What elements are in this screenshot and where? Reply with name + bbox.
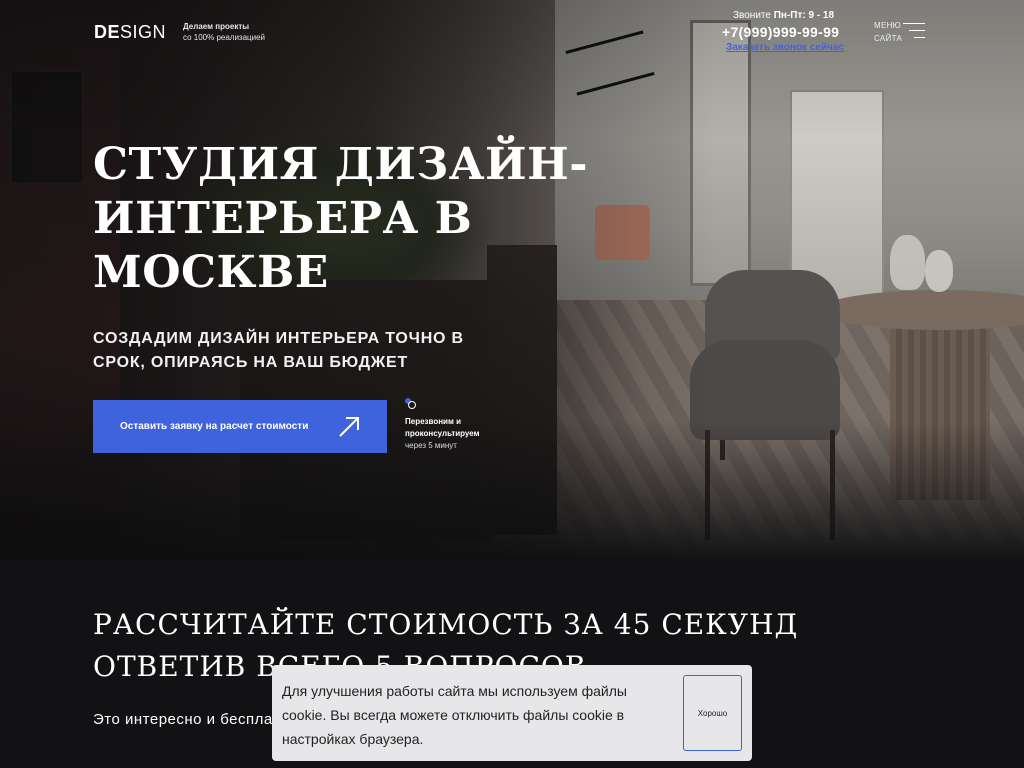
tagline-line2: со 100% реализацией [183, 33, 266, 42]
request-estimate-button[interactable]: Оставить заявку на расчет стоимости [93, 400, 387, 453]
calculator-text: Это интересно и бесплатно [93, 711, 298, 728]
menu-label[interactable]: МЕНЮ САЙТА [874, 19, 902, 45]
arrow-up-right-icon [339, 417, 359, 437]
logo-tagline: Делаем проекты со 100% реализацией [183, 21, 265, 43]
cookie-banner: Для улучшения работы сайта мы используем… [272, 665, 752, 761]
hamburger-icon[interactable] [903, 23, 925, 39]
cookie-accept-button[interactable]: Хорошо [683, 675, 742, 751]
site-logo[interactable]: DESIGN [94, 22, 166, 43]
order-call-link[interactable]: Заказать звонок сейчас [726, 42, 844, 53]
request-estimate-label: Оставить заявку на расчет стоимости [120, 421, 309, 432]
hero-subtitle: Создадим дизайн интерьера точно в срок, … [93, 330, 464, 371]
callback-note: Перезвоним и проконсультируем через 5 ми… [405, 417, 480, 450]
phone-icon [405, 398, 416, 409]
hero-title: Студия дизайн-интерьера в Москве [93, 139, 588, 298]
working-hours: Звоните Пн-Пт: 9 - 18 [733, 10, 835, 21]
tagline-line1: Делаем проекты [183, 22, 250, 31]
cookie-text: Для улучшения работы сайта мы используем… [282, 683, 627, 747]
phone-number[interactable]: +7(999)999-99-99 [722, 24, 839, 40]
